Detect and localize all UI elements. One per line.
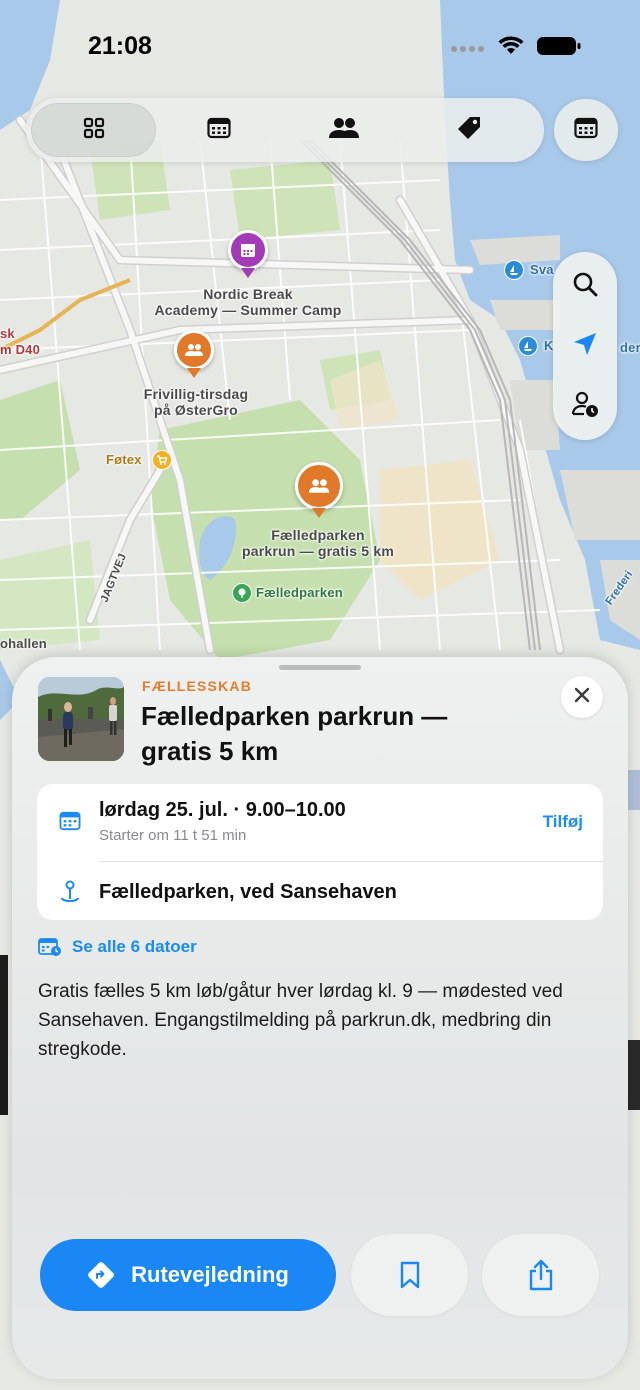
see-all-dates-link[interactable]: Se alle 6 datoer: [38, 937, 197, 957]
tab-community[interactable]: [281, 103, 406, 157]
tag-icon: [456, 115, 482, 146]
event-info-card: lørdag 25. jul. · 9.00–10.00 Starter om …: [37, 784, 603, 920]
calendar-icon: [206, 117, 231, 144]
search-button[interactable]: [553, 258, 617, 314]
calendar-button[interactable]: [554, 99, 618, 161]
calendar-icon: [574, 117, 598, 144]
event-category: FÆLLESSKAB: [142, 678, 252, 694]
tab-offers[interactable]: [406, 103, 531, 157]
event-thumbnail: [38, 677, 124, 761]
tab-events[interactable]: [156, 103, 281, 157]
directions-icon: [87, 1261, 115, 1289]
map-pin-label-parkrun: Fælledparken parkrun — gratis 5 km: [241, 527, 395, 559]
map-label-d40: m D40: [0, 342, 41, 357]
map-label-faelledparken[interactable]: Fælledparken: [256, 585, 343, 601]
share-button[interactable]: [482, 1234, 599, 1316]
map-controls: [553, 252, 617, 440]
add-to-calendar-button[interactable]: Tilføj: [543, 812, 583, 832]
location-arrow-icon: [572, 331, 598, 362]
profile-schedule-button[interactable]: [553, 378, 617, 434]
shopping-cart-icon[interactable]: [152, 450, 172, 470]
person-clock-icon: [571, 390, 599, 423]
event-date-row[interactable]: lørdag 25. jul. · 9.00–10.00 Starter om …: [37, 784, 603, 861]
grid-icon: [82, 116, 106, 145]
map-pin-label-nordic-break: Nordic Break Academy — Summer Camp: [154, 286, 342, 318]
battery-icon: [536, 35, 582, 62]
tab-all[interactable]: [31, 103, 156, 157]
status-bar: 21:08: [0, 0, 640, 90]
map-label-sva: Sva: [530, 262, 554, 277]
event-location: Fælledparken, ved Sansehaven: [99, 881, 397, 903]
close-button[interactable]: [561, 676, 603, 718]
share-icon: [528, 1259, 554, 1291]
status-time: 21:08: [88, 32, 152, 60]
signal-dots-icon: [450, 40, 486, 58]
calendar-clock-icon: [38, 937, 62, 957]
event-title: Fælledparken parkrun — gratis 5 km: [141, 701, 448, 766]
map-label-sk: sk: [0, 326, 15, 341]
event-location-row[interactable]: Fælledparken, ved Sansehaven: [37, 862, 603, 920]
tree-icon[interactable]: [232, 583, 252, 603]
people-icon-selected[interactable]: [295, 462, 343, 510]
map-label-ohallen: ohallen: [0, 636, 47, 651]
locate-me-button[interactable]: [553, 318, 617, 374]
sheet-grabber[interactable]: [279, 665, 361, 670]
directions-button[interactable]: Rutevejledning: [40, 1239, 336, 1311]
directions-label: Rutevejledning: [131, 1262, 289, 1287]
people-icon[interactable]: [174, 330, 214, 370]
close-icon: [574, 687, 590, 708]
sailboat-icon: [504, 260, 524, 280]
bookmark-button[interactable]: [351, 1234, 468, 1316]
map-pin-label-frivillig: Frivillig-tirsdag på ØsterGro: [143, 386, 249, 418]
event-description: Gratis fælles 5 km løb/gåtur hver lørdag…: [38, 981, 563, 1060]
category-toolbar: [26, 98, 544, 162]
location-pin-icon: [59, 880, 81, 904]
event-starts-in: Starter om 11 t 51 min: [99, 827, 247, 844]
map-label-fotex[interactable]: Føtex: [106, 452, 142, 468]
search-icon: [572, 271, 598, 302]
event-detail-sheet[interactable]: FÆLLESSKAB Fælledparken parkrun — gratis…: [12, 657, 628, 1379]
bookmark-icon: [400, 1261, 420, 1289]
calendar-icon: [59, 811, 81, 831]
wifi-icon: [498, 36, 524, 61]
event-date: lørdag 25. jul. · 9.00–10.00: [99, 799, 346, 821]
calendar-icon[interactable]: [228, 230, 268, 270]
see-all-dates-label: Se alle 6 datoer: [72, 937, 197, 956]
sailboat-icon-2: [518, 336, 538, 356]
map-label-deri: deri: [620, 340, 640, 355]
people-icon: [328, 117, 360, 144]
